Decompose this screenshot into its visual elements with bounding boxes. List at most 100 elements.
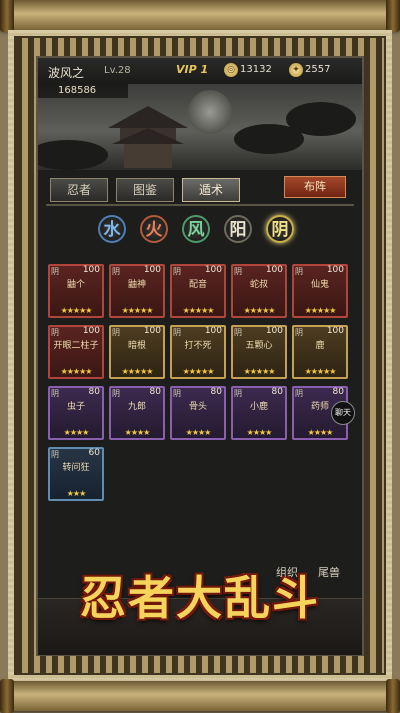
card-level: 80 xyxy=(332,387,344,397)
card-level: 100 xyxy=(265,265,283,275)
scroll-rod-top xyxy=(0,0,400,32)
card-stars: ★★★★★ xyxy=(121,306,154,315)
player-level: Lv.28 xyxy=(104,65,131,76)
card-element-badge: 阴 xyxy=(295,389,303,398)
card-name: 鹿 xyxy=(315,341,325,351)
card-level: 80 xyxy=(271,387,283,397)
tab-technique[interactable]: 遁术 xyxy=(182,178,240,202)
card-level: 100 xyxy=(143,265,161,275)
ninja-card[interactable]: 阴 100 五颗心 ★★★★★ xyxy=(231,325,287,379)
card-name: 鼬神 xyxy=(127,280,146,290)
card-name: 仙鬼 xyxy=(310,280,329,290)
card-name: 小鹿 xyxy=(249,402,268,412)
tab-gallery[interactable]: 图鉴 xyxy=(116,178,174,202)
card-level: 60 xyxy=(88,448,100,458)
card-element-badge: 阴 xyxy=(234,267,242,276)
card-name: 开眼二柱子 xyxy=(53,341,99,351)
ninja-card[interactable]: 阴 60 转问狂 ★★★ xyxy=(48,447,104,501)
card-level: 100 xyxy=(326,265,344,275)
ninja-card[interactable]: 阴 100 仙鬼 ★★★★★ xyxy=(292,264,348,318)
temple-image xyxy=(108,106,188,168)
ninja-card[interactable]: 阴 100 鹿 ★★★★★ xyxy=(292,325,348,379)
card-stars: ★★★★★ xyxy=(121,367,154,376)
card-name: 骨头 xyxy=(188,402,207,412)
card-element-badge: 阴 xyxy=(295,267,303,276)
card-stars: ★★★★★ xyxy=(304,367,337,376)
scroll-rod-bottom xyxy=(0,679,400,713)
card-element-badge: 阴 xyxy=(295,328,303,337)
ninja-card[interactable]: 阴 100 配音 ★★★★★ xyxy=(170,264,226,318)
card-element-badge: 阴 xyxy=(51,328,59,337)
ninja-card[interactable]: 阴 80 骨头 ★★★★ xyxy=(170,386,226,440)
card-name: 配音 xyxy=(188,280,207,290)
card-element-badge: 阴 xyxy=(112,267,120,276)
card-stars: ★★★★★ xyxy=(60,367,93,376)
card-stars: ★★★★★ xyxy=(243,367,276,376)
chat-button[interactable]: 聊天 xyxy=(331,401,355,425)
element-yin-button[interactable]: 阴 xyxy=(266,215,294,243)
card-stars: ★★★★★ xyxy=(60,306,93,315)
card-stars: ★★★★ xyxy=(185,428,212,437)
game-title-banner: 忍者大乱斗 xyxy=(80,571,320,625)
card-stars: ★★★ xyxy=(66,489,87,498)
card-name: 鼬个 xyxy=(66,280,85,290)
card-name: 蛇叔 xyxy=(249,280,268,290)
ninja-card[interactable]: 阴 100 打不死 ★★★★★ xyxy=(170,325,226,379)
element-yang-button[interactable]: 阳 xyxy=(224,215,252,243)
card-element-badge: 阴 xyxy=(112,389,120,398)
card-level: 100 xyxy=(265,326,283,336)
card-level: 80 xyxy=(149,387,161,397)
card-element-badge: 阴 xyxy=(234,328,242,337)
tab-ninja[interactable]: 忍者 xyxy=(50,178,108,202)
card-name: 虫子 xyxy=(66,402,85,412)
element-wind-button[interactable]: 风 xyxy=(182,215,210,243)
token-count: 2557 xyxy=(305,64,331,75)
ninja-card[interactable]: 阴 100 暗根 ★★★★★ xyxy=(109,325,165,379)
card-stars: ★★★★ xyxy=(246,428,273,437)
card-level: 80 xyxy=(210,387,222,397)
ninja-card[interactable]: 阴 100 蛇叔 ★★★★★ xyxy=(231,264,287,318)
element-water-button[interactable]: 水 xyxy=(98,215,126,243)
ninja-card[interactable]: 阴 100 鼬个 ★★★★★ xyxy=(48,264,104,318)
player-header: 波风之 Lv.28 VIP 1 ◎ 13132 ✦ 2557 xyxy=(38,58,362,85)
card-stars: ★★★★ xyxy=(307,428,334,437)
coin-count: 13132 xyxy=(240,64,272,75)
card-element-badge: 阴 xyxy=(173,328,181,337)
card-stars: ★★★★★ xyxy=(304,306,337,315)
card-stars: ★★★★★ xyxy=(182,306,215,315)
card-element-badge: 阴 xyxy=(234,389,242,398)
card-element-badge: 阴 xyxy=(51,389,59,398)
ninja-card[interactable]: 阴 100 开眼二柱子 ★★★★★ xyxy=(48,325,104,379)
card-stars: ★★★★★ xyxy=(182,367,215,376)
ninja-card[interactable]: 阴 80 虫子 ★★★★ xyxy=(48,386,104,440)
formation-button[interactable]: 布阵 xyxy=(284,176,346,198)
combat-power: 168586 xyxy=(38,84,128,98)
card-stars: ★★★★★ xyxy=(243,306,276,315)
tree-image xyxy=(286,102,356,136)
ninja-card[interactable]: 阴 80 九郎 ★★★★ xyxy=(109,386,165,440)
card-level: 100 xyxy=(82,326,100,336)
card-level: 100 xyxy=(82,265,100,275)
card-level: 80 xyxy=(88,387,100,397)
card-name: 转问狂 xyxy=(62,463,90,473)
card-element-badge: 阴 xyxy=(51,450,59,459)
coin-icon: ◎ xyxy=(224,63,238,77)
ninja-card[interactable]: 阴 80 小鹿 ★★★★ xyxy=(231,386,287,440)
card-element-badge: 阴 xyxy=(173,267,181,276)
card-name: 五颗心 xyxy=(245,341,273,351)
card-element-badge: 阴 xyxy=(173,389,181,398)
moon-image xyxy=(188,90,232,134)
card-name: 暗根 xyxy=(127,341,146,351)
card-name: 打不死 xyxy=(184,341,212,351)
card-level: 100 xyxy=(204,265,222,275)
card-name: 九郎 xyxy=(127,402,146,412)
token-icon: ✦ xyxy=(289,63,303,77)
vip-badge[interactable]: VIP 1 xyxy=(176,63,208,76)
card-element-badge: 阴 xyxy=(112,328,120,337)
card-stars: ★★★★ xyxy=(63,428,90,437)
card-level: 100 xyxy=(143,326,161,336)
card-level: 100 xyxy=(326,326,344,336)
element-fire-button[interactable]: 火 xyxy=(140,215,168,243)
ninja-card[interactable]: 阴 100 鼬神 ★★★★★ xyxy=(109,264,165,318)
divider xyxy=(46,204,354,206)
